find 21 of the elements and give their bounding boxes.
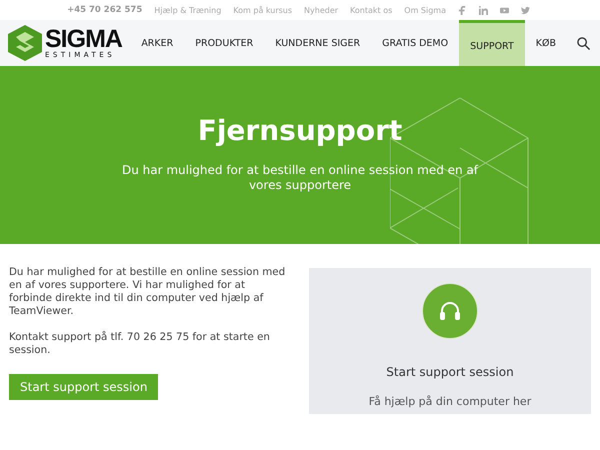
page-subtitle: Du har mulighed for at bestille en online session med en af vores supportere [120,163,480,193]
logo-icon [8,25,42,61]
bird-icon[interactable] [521,6,530,14]
nav-link[interactable]: ARKER [130,20,184,66]
intro-paragraph: Kontakt support på tlf. 70 26 25 75 for at starte en session. [9,331,271,357]
search-icon[interactable] [577,36,590,50]
page-title: Fjernsupport [198,114,402,147]
video-play-icon[interactable] [500,6,509,14]
logo-wordmark: SIGMA [45,27,122,51]
nav-link[interactable]: SUPPORT [459,20,525,66]
nav-link[interactable]: PRODUKTER [184,20,264,66]
card-title: Start support session [386,365,514,379]
nav-link[interactable]: KØB [524,20,567,66]
nav-link[interactable]: KUNDERNE SIGER [264,20,372,66]
nav-link[interactable]: GRATIS DEMO [371,20,460,66]
card-subtitle: Få hjælp på din computer her [368,395,532,408]
intro-paragraph: Du har mulighed for at bestille en online session med en af vores supportere. Vi har mulighed for at forbinde direkte ind til din computer ved hjælp af TeamViewer. [9,266,286,318]
phone-number: +45 70 262 575 [67,5,142,15]
support-card[interactable]: Start support session Få hjælp på din computer her [309,268,591,414]
facebook-icon[interactable] [458,6,467,14]
linkedin-icon[interactable] [479,6,488,14]
